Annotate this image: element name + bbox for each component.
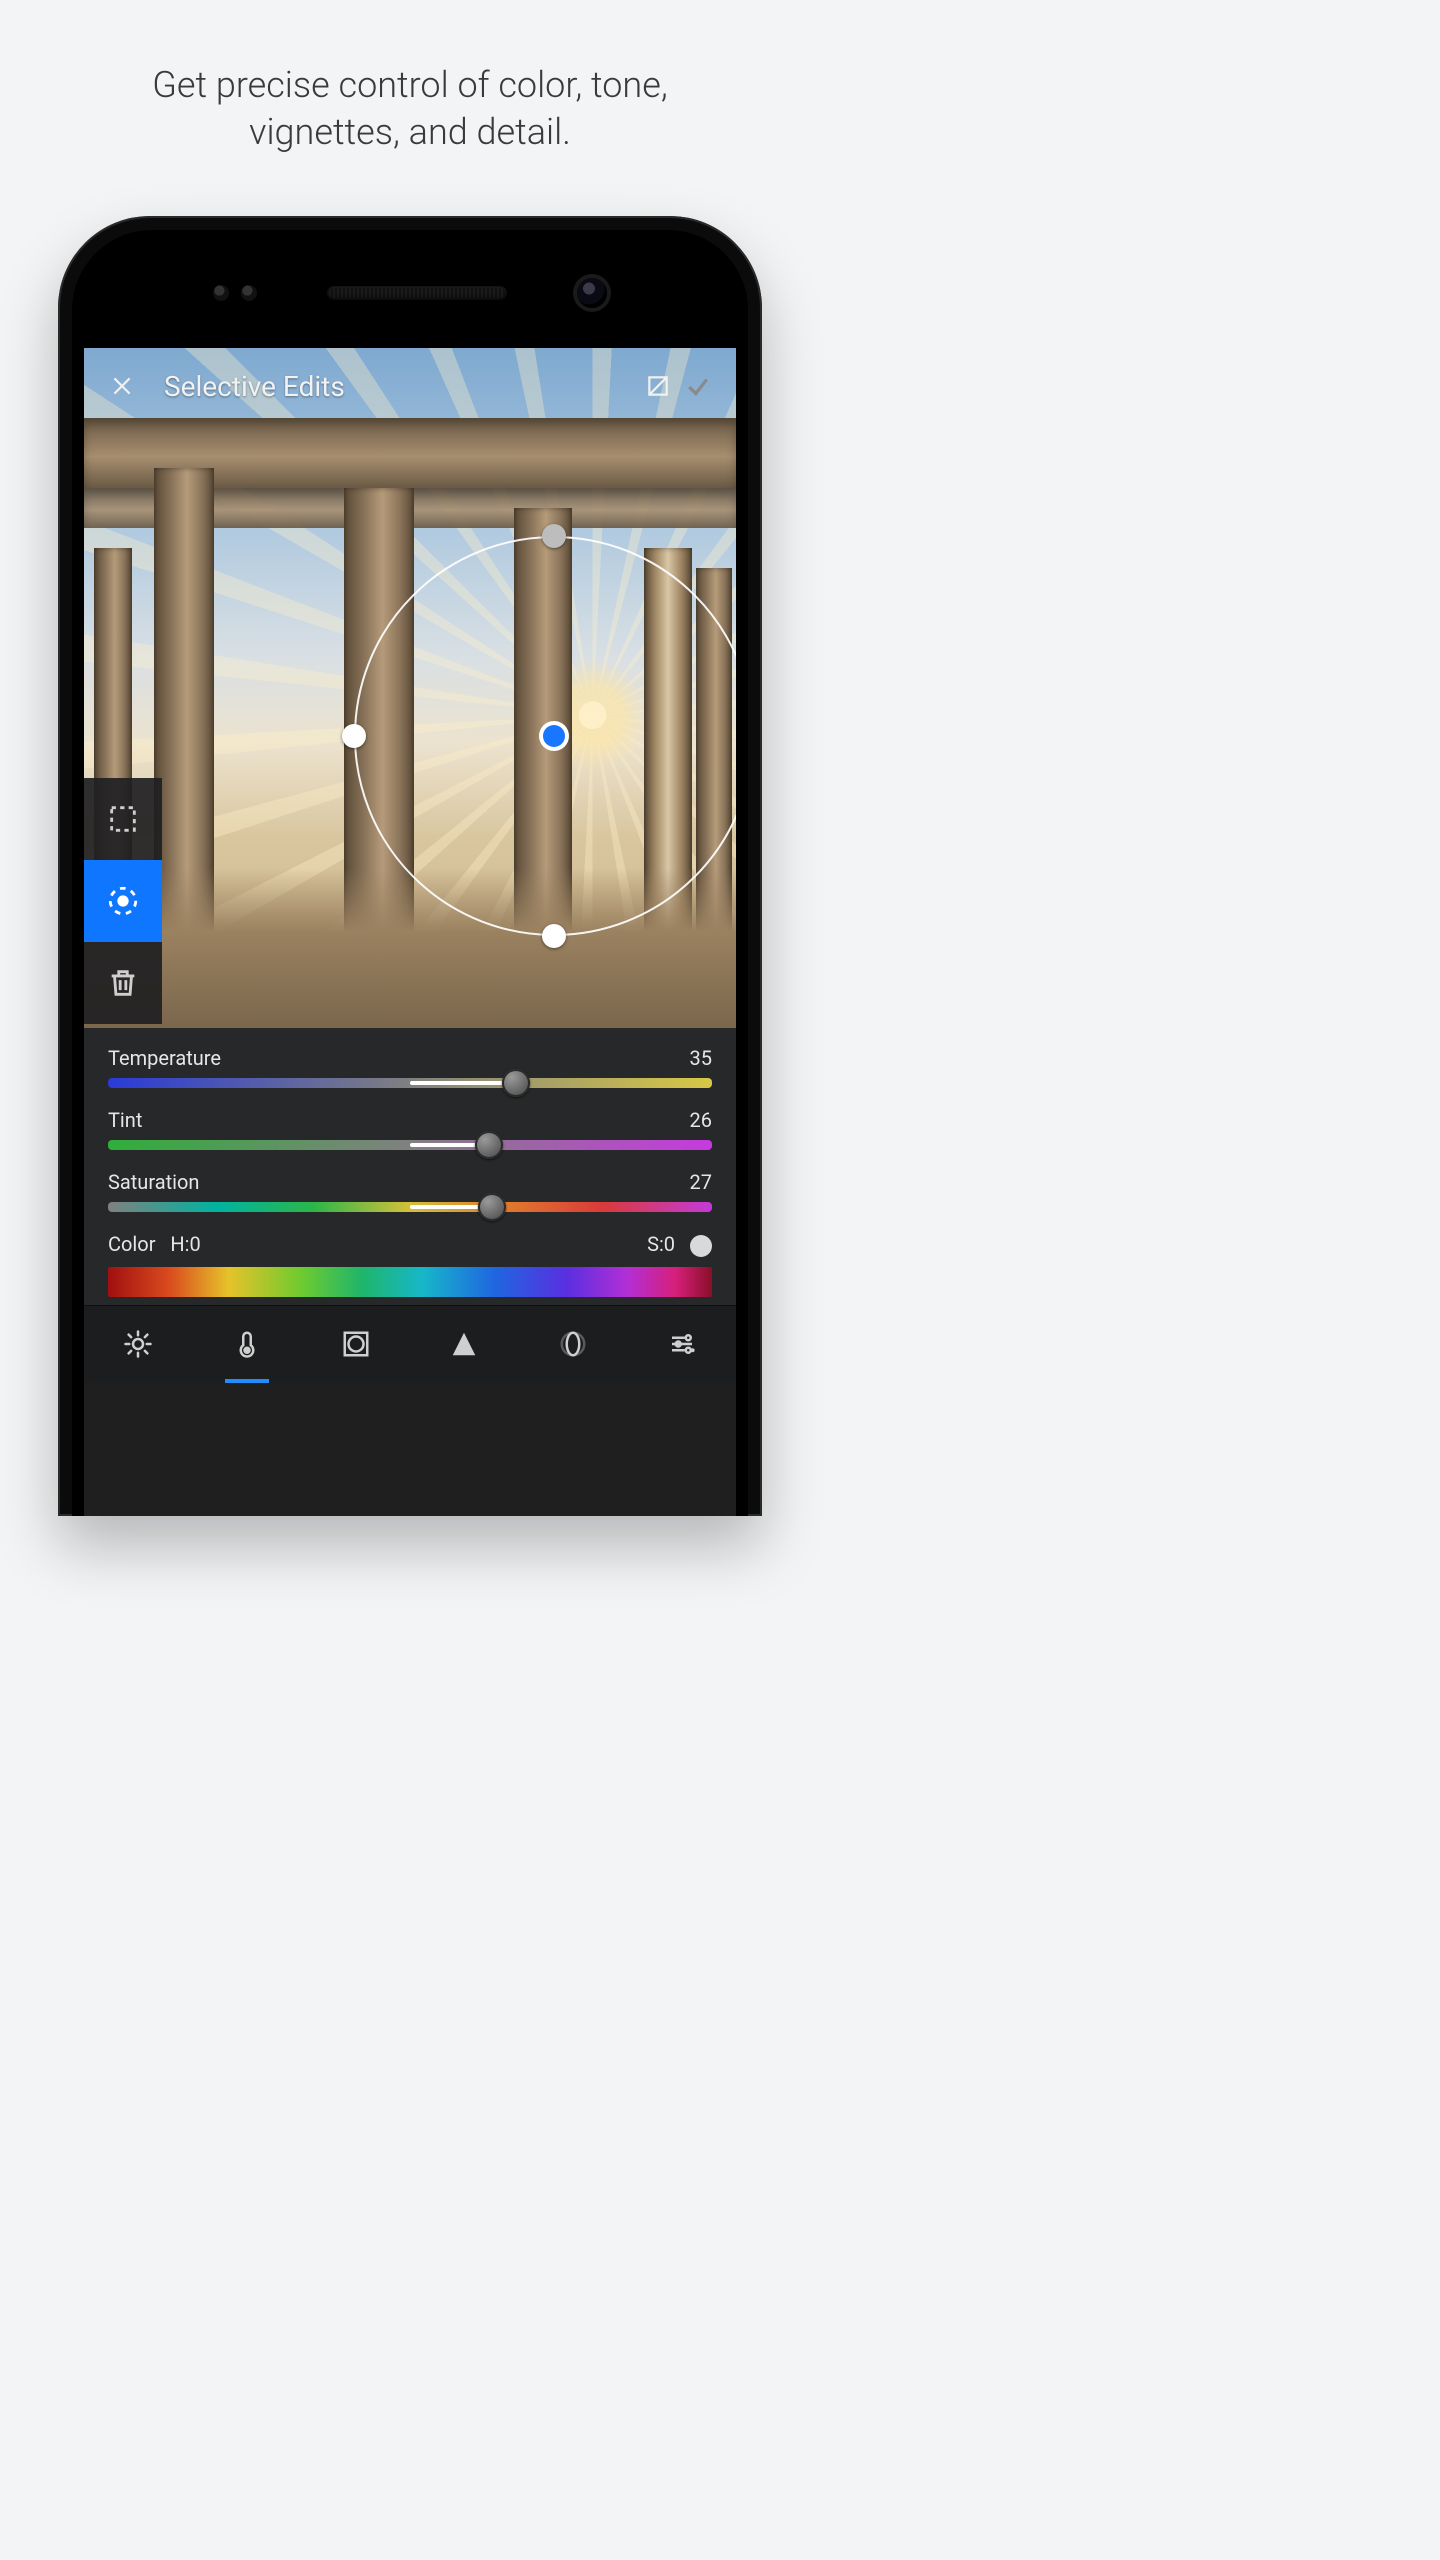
color-panel: Temperature 35 Tint 26 [84, 1028, 736, 1305]
tint-value: 26 [690, 1108, 712, 1132]
hue-slider[interactable] [108, 1267, 712, 1297]
color-temp-icon[interactable] [217, 1314, 277, 1374]
app-bar: Selective Edits [84, 348, 736, 424]
radial-handle-left[interactable] [342, 724, 366, 748]
headline-line1: Get precise control of color, tone, [152, 64, 667, 106]
vignette-icon[interactable] [326, 1314, 386, 1374]
detail-icon[interactable] [434, 1314, 494, 1374]
color-swatch[interactable] [690, 1235, 712, 1257]
selection-toolstrip [84, 778, 162, 1028]
marketing-headline: Get precise control of color, tone, vign… [0, 0, 820, 156]
color-sat-readout: S:0 [647, 1232, 712, 1257]
color-picker-label: Color H:0 [108, 1232, 201, 1256]
close-icon[interactable] [102, 366, 142, 406]
color-picker-row: Color H:0 S:0 [108, 1232, 712, 1297]
edit-category-bar [84, 1305, 736, 1383]
tint-row: Tint 26 [108, 1108, 712, 1150]
rectangle-select-tool[interactable] [84, 778, 162, 860]
app-screen: Selective Edits [84, 348, 736, 1516]
tint-label: Tint [108, 1108, 142, 1132]
device-sensors [72, 278, 748, 308]
temperature-label: Temperature [108, 1046, 221, 1070]
confirm-check-icon[interactable] [678, 366, 718, 406]
compare-box-icon[interactable] [638, 366, 678, 406]
lens-icon[interactable] [543, 1314, 603, 1374]
radial-selection[interactable] [354, 536, 736, 936]
device-frame: Selective Edits [58, 216, 762, 1516]
saturation-row: Saturation 27 [108, 1170, 712, 1212]
radial-handle-center[interactable] [543, 725, 565, 747]
temperature-slider[interactable] [108, 1078, 712, 1088]
delete-selection-tool[interactable] [84, 942, 162, 1024]
radial-select-tool[interactable] [84, 860, 162, 942]
color-hue-readout: H:0 [170, 1232, 200, 1256]
photo-canvas[interactable]: Selective Edits [84, 348, 736, 1028]
saturation-label: Saturation [108, 1170, 199, 1194]
saturation-slider[interactable] [108, 1202, 712, 1212]
light-icon[interactable] [108, 1314, 168, 1374]
temperature-row: Temperature 35 [108, 1046, 712, 1088]
screen-title: Selective Edits [164, 370, 638, 403]
headline-line2: vignettes, and detail. [249, 111, 571, 153]
temperature-value: 35 [690, 1046, 712, 1070]
tint-slider[interactable] [108, 1140, 712, 1150]
radial-handle-bottom[interactable] [542, 924, 566, 948]
saturation-value: 27 [690, 1170, 712, 1194]
radial-handle-top[interactable] [542, 524, 566, 548]
adjust-icon[interactable] [652, 1314, 712, 1374]
